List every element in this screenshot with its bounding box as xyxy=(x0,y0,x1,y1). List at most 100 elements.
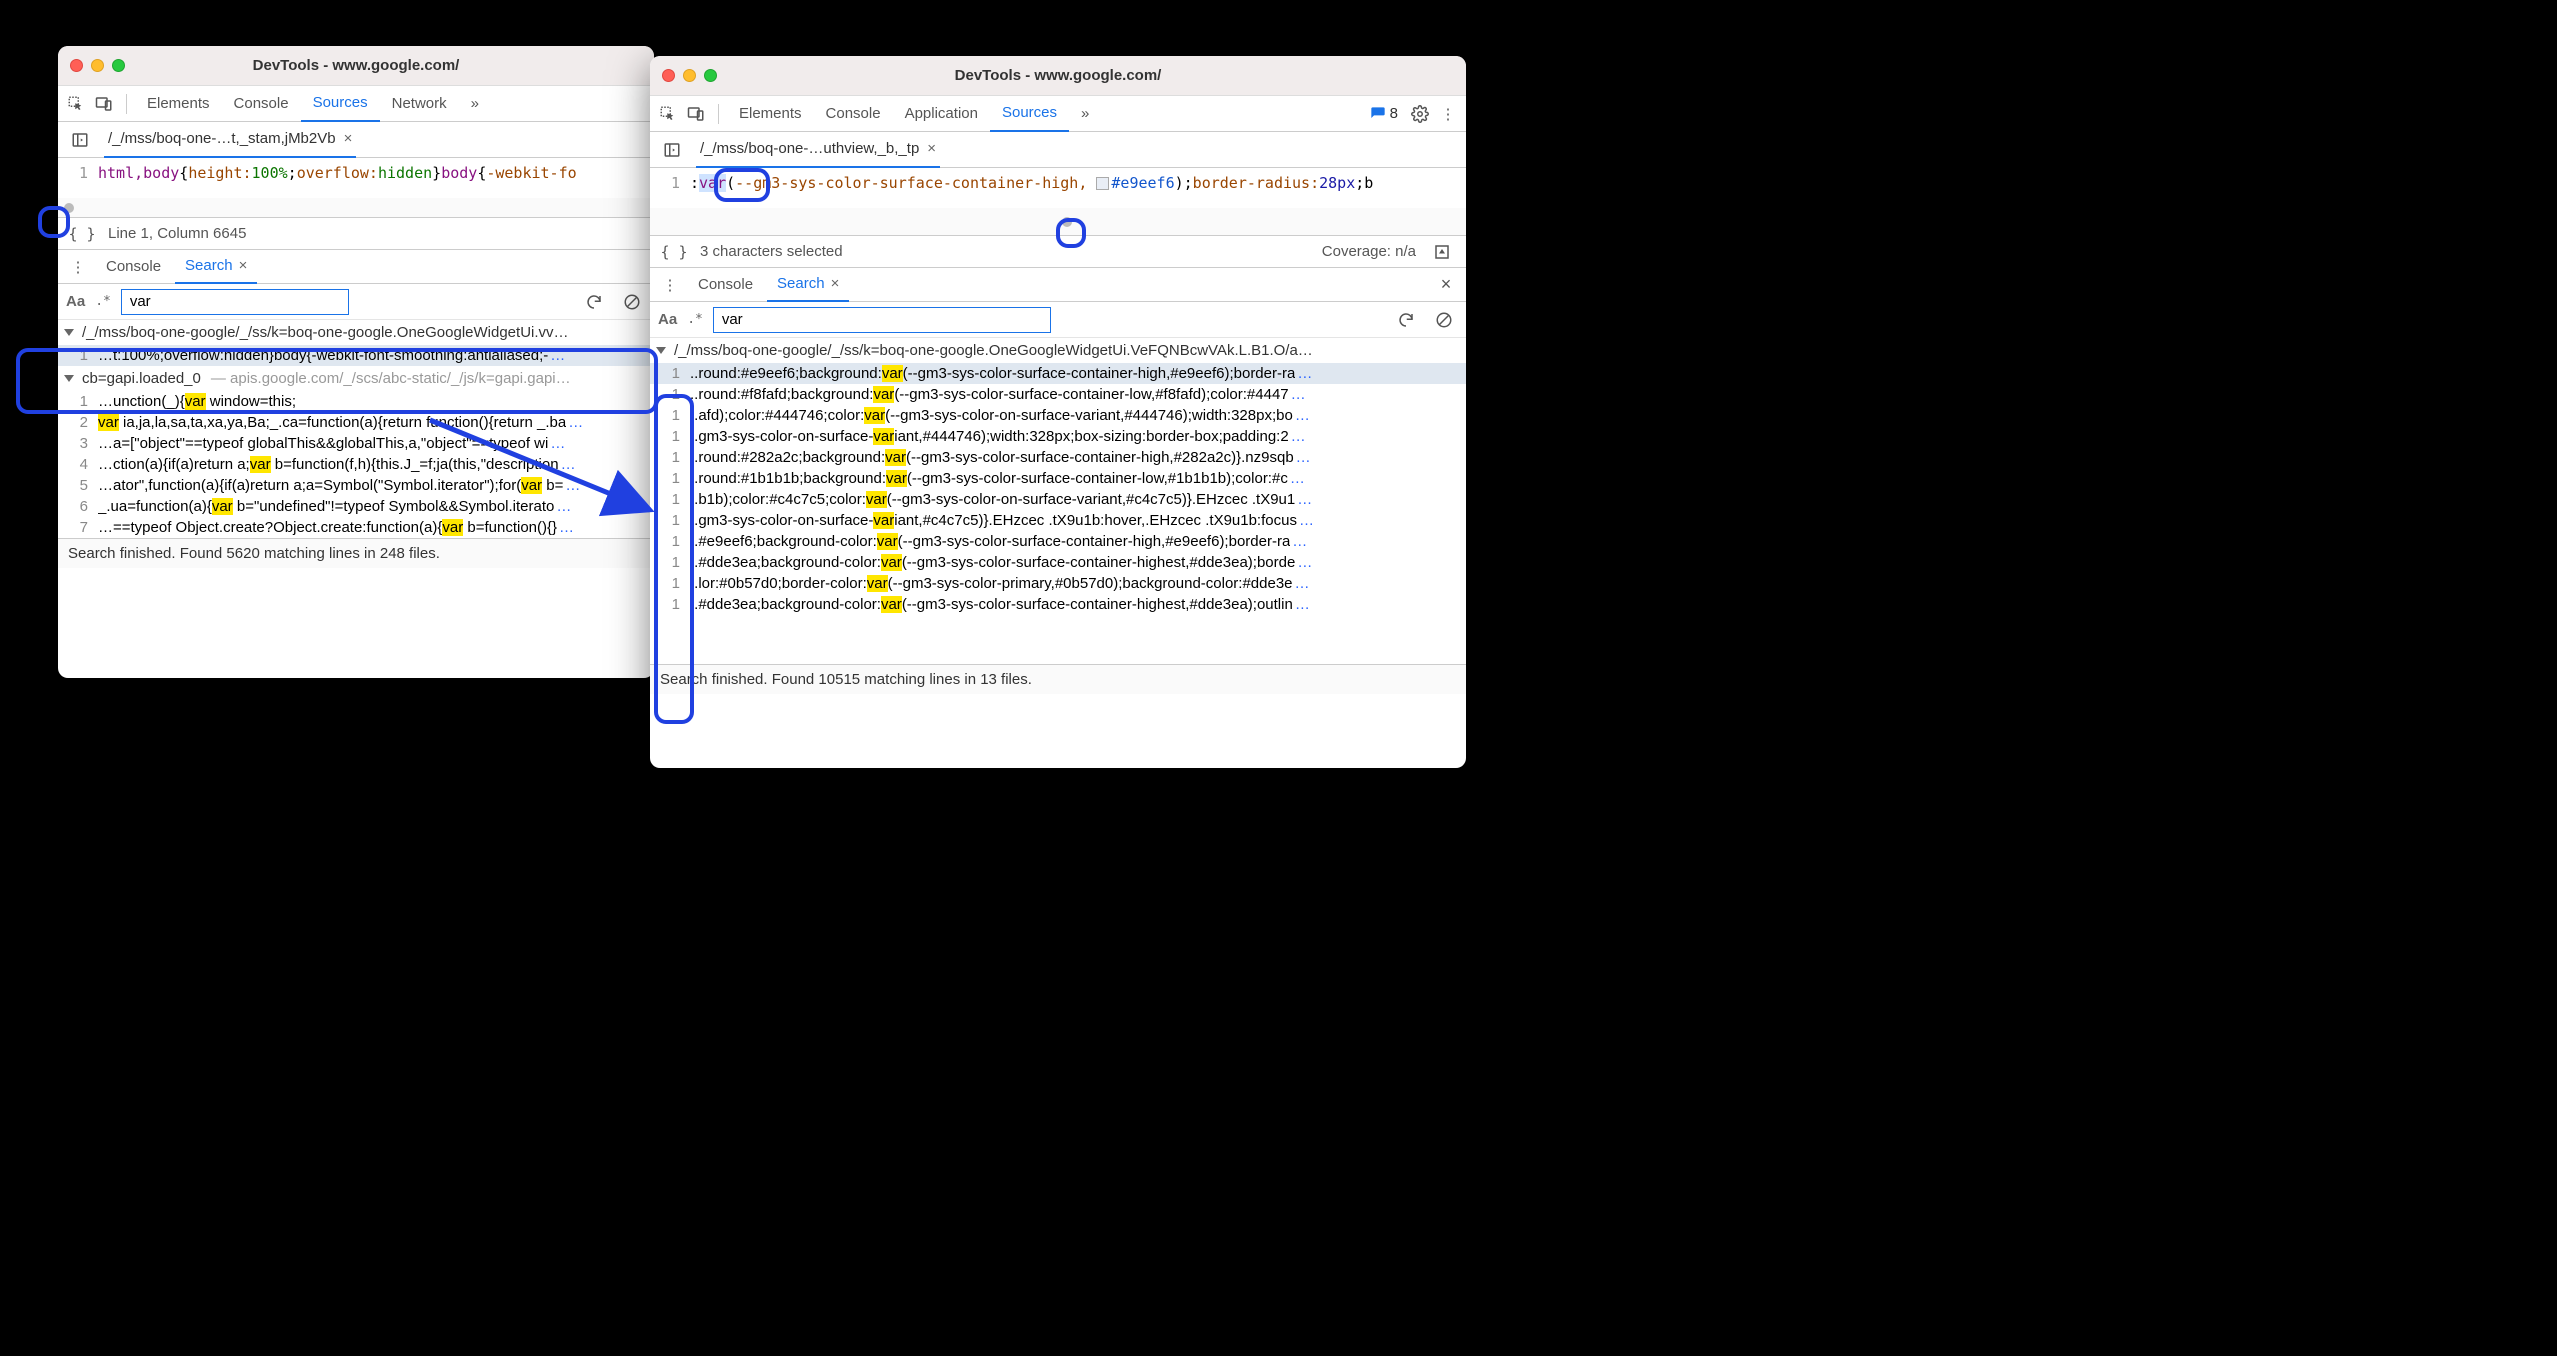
file-tab-label: /_/mss/boq-one-…t,_stam,jMb2Vb xyxy=(108,130,336,147)
result-row[interactable]: 5…ator",function(a){if(a)return a;a=Symb… xyxy=(58,475,654,496)
settings-icon[interactable] xyxy=(1406,100,1434,128)
result-row[interactable]: 1..b1b);color:#c4c7c5;color:var(--gm3-sy… xyxy=(650,489,1466,510)
coverage-status: Coverage: n/a xyxy=(1322,243,1416,260)
regex-toggle[interactable]: .* xyxy=(95,294,111,309)
minimap xyxy=(650,208,1466,236)
result-row[interactable]: 2var ia,ja,la,sa,ta,xa,ya,Ba;_.ca=functi… xyxy=(58,412,654,433)
code-editor[interactable]: 1 html,body{height:100%;overflow:hidden}… xyxy=(58,158,654,198)
zoom-icon[interactable] xyxy=(704,69,717,82)
search-input[interactable] xyxy=(121,289,350,315)
search-input[interactable] xyxy=(713,307,1052,333)
file-tab-label: /_/mss/boq-one-…uthview,_b,_tp xyxy=(700,140,919,157)
drawer-menu-icon[interactable]: ⋮ xyxy=(64,253,92,281)
tab-sources[interactable]: Sources xyxy=(990,96,1069,132)
close-tab-icon[interactable]: × xyxy=(927,140,936,157)
clear-icon[interactable] xyxy=(1430,306,1458,334)
result-row[interactable]: 1..#e9eef6;background-color:var(--gm3-sy… xyxy=(650,531,1466,552)
search-bar: Aa .* xyxy=(58,284,654,320)
inspect-icon[interactable] xyxy=(62,90,90,118)
result-row[interactable]: 1..round:#282a2c;background:var(--gm3-sy… xyxy=(650,447,1466,468)
drawer-menu-icon[interactable]: ⋮ xyxy=(656,271,684,299)
device-toggle-icon[interactable] xyxy=(90,90,118,118)
editor-status: { } 3 characters selected Coverage: n/a xyxy=(650,236,1466,268)
drawer-tab-console[interactable]: Console xyxy=(96,250,171,284)
tab-console[interactable]: Console xyxy=(222,86,301,122)
traffic-lights xyxy=(70,59,125,72)
tab-network[interactable]: Network xyxy=(380,86,459,122)
search-results[interactable]: /_/mss/boq-one-google/_/ss/k=boq-one-goo… xyxy=(58,320,654,538)
close-tab-icon[interactable]: × xyxy=(344,130,353,147)
result-row[interactable]: 7…==typeof Object.create?Object.create:f… xyxy=(58,517,654,538)
regex-toggle[interactable]: .* xyxy=(687,312,703,327)
window-title: DevTools - www.google.com/ xyxy=(58,57,654,74)
kebab-menu-icon[interactable]: ⋮ xyxy=(1434,100,1462,128)
result-group-header[interactable]: /_/mss/boq-one-google/_/ss/k=boq-one-goo… xyxy=(58,320,654,345)
zoom-icon[interactable] xyxy=(112,59,125,72)
code-editor[interactable]: 1 :var(--gm3-sys-color-surface-container… xyxy=(650,168,1466,208)
minimap-marker xyxy=(1062,217,1072,227)
result-row[interactable]: 1..#dde3ea;background-color:var(--gm3-sy… xyxy=(650,552,1466,573)
close-icon[interactable] xyxy=(662,69,675,82)
result-row[interactable]: 4…ction(a){if(a)return a;var b=function(… xyxy=(58,454,654,475)
search-bar: Aa .* xyxy=(650,302,1466,338)
tab-elements[interactable]: Elements xyxy=(727,96,814,132)
tab-elements[interactable]: Elements xyxy=(135,86,222,122)
close-icon[interactable] xyxy=(70,59,83,72)
close-drawer-tab-icon[interactable]: × xyxy=(831,275,840,292)
result-row[interactable]: 1…unction(_){var window=this; xyxy=(58,391,654,412)
drawer-tab-search[interactable]: Search × xyxy=(175,250,257,284)
refresh-icon[interactable] xyxy=(1392,306,1420,334)
titlebar: DevTools - www.google.com/ xyxy=(58,46,654,86)
cursor-position: Line 1, Column 6645 xyxy=(108,225,246,242)
tab-more[interactable]: » xyxy=(1069,96,1101,132)
minimize-icon[interactable] xyxy=(91,59,104,72)
traffic-lights xyxy=(662,69,717,82)
result-row[interactable]: 1..gm3-sys-color-on-surface-variant,#444… xyxy=(650,426,1466,447)
file-tab[interactable]: /_/mss/boq-one-…uthview,_b,_tp × xyxy=(696,132,940,168)
match-case-toggle[interactable]: Aa xyxy=(66,293,85,310)
tab-sources[interactable]: Sources xyxy=(301,86,380,122)
result-row[interactable]: 1..round:#f8fafd;background:var(--gm3-sy… xyxy=(650,384,1466,405)
close-drawer-icon[interactable]: × xyxy=(1432,271,1460,299)
line-number: 1 xyxy=(58,164,98,192)
result-group-header[interactable]: /_/mss/boq-one-google/_/ss/k=boq-one-goo… xyxy=(650,338,1466,363)
inspect-icon[interactable] xyxy=(654,100,682,128)
result-row[interactable]: 1..afd);color:#444746;color:var(--gm3-sy… xyxy=(650,405,1466,426)
match-case-toggle[interactable]: Aa xyxy=(658,311,677,328)
issues-badge[interactable]: 8 xyxy=(1370,105,1398,122)
result-row[interactable]: 1..lor:#0b57d0;border-color:var(--gm3-sy… xyxy=(650,573,1466,594)
coverage-icon[interactable] xyxy=(1428,238,1456,266)
search-results[interactable]: /_/mss/boq-one-google/_/ss/k=boq-one-goo… xyxy=(650,338,1466,664)
tab-console[interactable]: Console xyxy=(814,96,893,132)
main-toolbar: Elements Console Application Sources » 8… xyxy=(650,96,1466,132)
tab-more[interactable]: » xyxy=(459,86,491,122)
line-number: 1 xyxy=(650,174,690,202)
drawer-tab-console[interactable]: Console xyxy=(688,268,763,302)
tab-application[interactable]: Application xyxy=(893,96,990,132)
result-group-header[interactable]: cb=gapi.loaded_0— apis.google.com/_/scs/… xyxy=(58,366,654,391)
navigator-toggle-icon[interactable] xyxy=(66,126,94,154)
pretty-print-icon[interactable]: { } xyxy=(660,238,688,266)
result-row[interactable]: 1..gm3-sys-color-on-surface-variant,#c4c… xyxy=(650,510,1466,531)
minimap-marker xyxy=(64,203,74,213)
navigator-toggle-icon[interactable] xyxy=(658,136,686,164)
result-row[interactable]: 1..round:#1b1b1b;background:var(--gm3-sy… xyxy=(650,468,1466,489)
result-row[interactable]: 1..#dde3ea;background-color:var(--gm3-sy… xyxy=(650,594,1466,615)
titlebar: DevTools - www.google.com/ xyxy=(650,56,1466,96)
minimap xyxy=(58,198,654,218)
refresh-icon[interactable] xyxy=(580,288,608,316)
drawer-tab-search[interactable]: Search × xyxy=(767,268,849,302)
minimize-icon[interactable] xyxy=(683,69,696,82)
close-drawer-tab-icon[interactable]: × xyxy=(239,257,248,274)
result-row[interactable]: 6_.ua=function(a){var b="undefined"!=typ… xyxy=(58,496,654,517)
result-row[interactable]: 1…t:100%;overflow:hidden}body{-webkit-fo… xyxy=(58,345,654,366)
file-tab-bar: /_/mss/boq-one-…uthview,_b,_tp × xyxy=(650,132,1466,168)
drawer-tabs: ⋮ Console Search × × xyxy=(650,268,1466,302)
pretty-print-icon[interactable]: { } xyxy=(68,220,96,248)
result-row[interactable]: 1..round:#e9eef6;background:var(--gm3-sy… xyxy=(650,363,1466,384)
file-tab[interactable]: /_/mss/boq-one-…t,_stam,jMb2Vb × xyxy=(104,122,356,158)
devtools-window-left: DevTools - www.google.com/ Elements Cons… xyxy=(58,46,654,678)
clear-icon[interactable] xyxy=(618,288,646,316)
device-toggle-icon[interactable] xyxy=(682,100,710,128)
result-row[interactable]: 3…a=["object"==typeof globalThis&&global… xyxy=(58,433,654,454)
